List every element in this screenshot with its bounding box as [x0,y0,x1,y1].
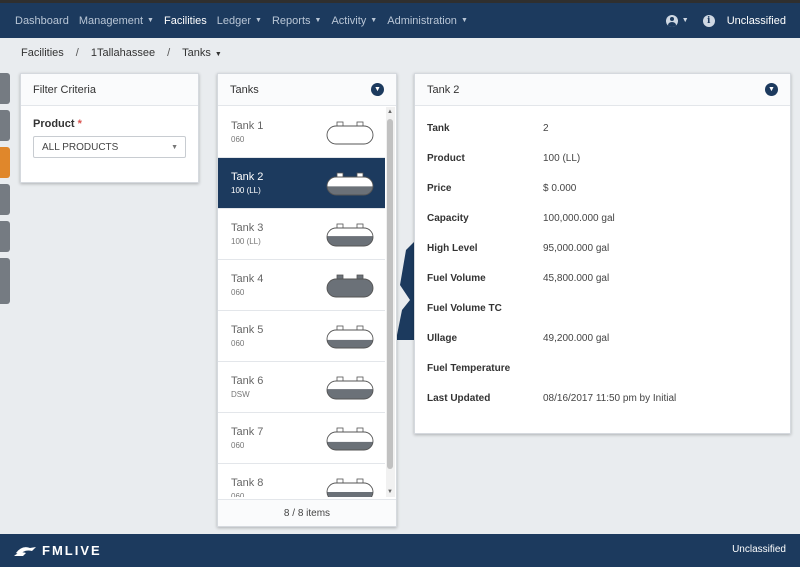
nav-item-activity[interactable]: Activity ▼ [331,15,377,27]
detail-label: Fuel Volume [427,273,486,284]
tank-icon [326,172,374,196]
tank-list-scrollbar[interactable]: ▲ ▼ [386,107,395,497]
fmlive-logo-icon [14,546,36,556]
side-tab-2[interactable] [0,110,10,141]
side-tab-active[interactable] [0,147,10,178]
nav-item-administration[interactable]: Administration ▼ [387,15,468,27]
detail-label: Fuel Volume TC [427,303,502,314]
tank-icon [326,478,374,497]
nav-item-facilities[interactable]: Facilities [164,15,207,27]
tank-icon [326,121,374,145]
tank-list-item[interactable]: Tank 6 DSW [218,362,385,413]
nav-item-management[interactable]: Management ▼ [79,15,154,27]
breadcrumb-tanks[interactable]: Tanks ▼ [182,47,222,59]
top-right-controls: ▼ i Unclassified [665,3,786,38]
detail-value: 95,000.000 gal [543,243,610,254]
tank-icon [326,274,374,298]
scrollbar-thumb[interactable] [387,119,393,469]
detail-panel-header: Tank 2 ▼ [415,74,790,106]
detail-label: Last Updated [427,393,491,404]
chevron-down-icon: ▼ [147,17,154,24]
detail-label: Ullage [427,333,458,344]
tanks-panel-header: Tanks ▼ [218,74,396,106]
detail-label: Product [427,153,465,164]
user-icon[interactable] [665,14,678,27]
tank-list-item[interactable]: Tank 8 060 [218,464,385,497]
fmlive-logo-text: FMLIVE [42,543,102,558]
detail-collapse-chevron-down-icon[interactable]: ▼ [765,83,778,96]
breadcrumb-separator: / [75,47,79,59]
detail-value: 49,200.000 gal [543,333,610,344]
breadcrumb-facility[interactable]: 1Tallahassee [91,47,155,59]
detail-label: Price [427,183,452,194]
classification-label: Unclassified [726,14,786,27]
detail-label: Fuel Temperature [427,363,511,374]
chevron-down-icon: ▼ [255,17,262,24]
tank-icon [326,427,374,451]
tank-list-item[interactable]: Tank 3 100 (LL) [218,209,385,260]
filter-panel-header: Filter Criteria [21,74,198,106]
filter-criteria-panel: Filter Criteria Product * ALL PRODUCTS ▼ [20,73,199,183]
background-logo-watermark [396,240,416,340]
fmlive-logo: FMLIVE [14,543,102,558]
detail-value: 2 [543,123,549,134]
chevron-down-icon: ▼ [370,17,378,24]
tank-list-item[interactable]: Tank 4 060 [218,260,385,311]
info-icon[interactable]: i [702,14,715,27]
nav-item-reports[interactable]: Reports ▼ [272,15,321,27]
detail-value: 100,000.000 gal [543,213,615,224]
nav-item-dashboard[interactable]: Dashboard [15,15,69,27]
top-navbar: Dashboard Management ▼ Facilities Ledger ▼ Rep… [0,0,800,38]
main-nav: Dashboard Management ▼ Facilities Ledger ▼ Rep… [0,15,478,27]
tank-list-item[interactable]: Tank 5 060 [218,311,385,362]
side-tab-1[interactable] [0,73,10,104]
tank-icon [326,376,374,400]
nav-item-ledger[interactable]: Ledger ▼ [217,15,262,27]
chevron-down-icon: ▼ [214,51,222,58]
tanks-panel-title: Tanks [230,83,259,96]
footer-bar: FMLIVE Unclassified [0,534,800,567]
chevron-down-icon: ▼ [314,17,322,24]
side-tab-5[interactable] [0,221,10,252]
footer-classification: Unclassified [732,544,786,555]
detail-value: 45,800.000 gal [543,273,610,284]
tank-icon [326,325,374,349]
tank-list: Tank 1 060 Tank 2 100 (LL) Tank 3 100 (LL) Tan… [218,107,385,497]
product-select[interactable]: ALL PRODUCTS ▼ [33,136,186,158]
breadcrumb-facilities[interactable]: Facilities [21,47,64,59]
breadcrumb-separator: / [167,47,171,59]
tank-list-item[interactable]: Tank 7 060 [218,413,385,464]
user-menu-chevron-down-icon[interactable]: ▼ [682,17,689,24]
tank-icon [326,223,374,247]
breadcrumb: Facilities / 1Tallahassee / Tanks ▼ [21,47,222,59]
tank-list-count: 8 / 8 items [218,499,396,526]
tank-list-item[interactable]: Tank 1 060 [218,107,385,158]
chevron-down-icon: ▼ [171,143,178,151]
detail-label: High Level [427,243,478,254]
scroll-down-arrow-icon[interactable]: ▼ [387,489,393,495]
detail-value: 100 (LL) [543,153,581,164]
tanks-collapse-chevron-down-icon[interactable]: ▼ [371,83,384,96]
side-tab-4[interactable] [0,184,10,215]
tank-list-item[interactable]: Tank 2 100 (LL) [218,158,385,209]
tanks-panel: Tanks ▼ Tank 1 060 Tank 2 100 (LL) Tank 3 100… [217,73,397,527]
detail-value: 08/16/2017 11:50 pm by Initial [543,393,677,404]
chevron-down-icon: ▼ [460,17,468,24]
detail-value: $ 0.000 [543,183,577,194]
product-field-label: Product * [33,118,82,130]
detail-panel-title: Tank 2 [427,83,460,96]
tank-detail-panel: Tank 2 ▼ Tank 2 Product 100 (LL) Price $ 0.0… [414,73,791,434]
product-select-value: ALL PRODUCTS [42,141,119,153]
detail-label: Tank [427,123,450,134]
detail-label: Capacity [427,213,469,224]
side-tab-6[interactable] [0,258,10,304]
scroll-up-arrow-icon[interactable]: ▲ [387,109,393,115]
filter-panel-title: Filter Criteria [33,83,96,96]
